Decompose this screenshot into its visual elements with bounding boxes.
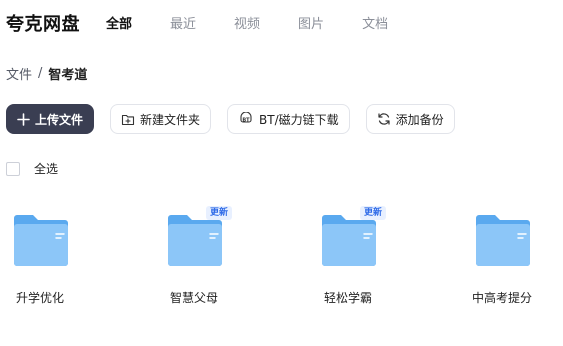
sync-icon: [377, 112, 391, 126]
tab-all[interactable]: 全部: [106, 13, 132, 32]
tab-recent[interactable]: 最近: [170, 13, 196, 32]
select-all-label[interactable]: 全选: [34, 160, 58, 177]
tab-documents[interactable]: 文档: [362, 13, 388, 32]
select-all-checkbox[interactable]: [6, 161, 20, 176]
app-logo[interactable]: 夸克网盘: [6, 10, 80, 36]
add-backup-button[interactable]: 添加备份: [365, 104, 455, 134]
bt-download-label: BT/磁力链下载: [259, 112, 339, 127]
update-badge: 更新: [206, 206, 233, 220]
bt-download-button[interactable]: BT BT/磁力链下载: [227, 104, 350, 134]
new-folder-label: 新建文件夹: [140, 112, 201, 127]
breadcrumb-separator: /: [38, 66, 43, 81]
upload-button[interactable]: 上传文件: [6, 104, 95, 134]
new-folder-button[interactable]: 新建文件夹: [110, 104, 212, 134]
folder-name: 中高考提分: [472, 291, 533, 305]
upload-label: 上传文件: [35, 112, 84, 127]
folder-name: 升学优化: [16, 291, 65, 305]
add-backup-label: 添加备份: [395, 112, 444, 127]
folder-icon: [168, 215, 222, 266]
folder-icon: [14, 215, 68, 266]
folder-name: 智慧父母: [170, 291, 219, 305]
update-badge: 更新: [360, 206, 387, 220]
breadcrumb-root[interactable]: 文件: [6, 64, 32, 83]
folder-icon: [476, 215, 530, 266]
bt-icon: BT: [238, 112, 254, 126]
tab-video[interactable]: 视频: [234, 13, 260, 32]
folder-name: 轻松学霸: [324, 291, 373, 305]
plus-icon: [17, 112, 30, 126]
folder-icon: [322, 215, 376, 266]
select-all: 全选: [6, 160, 58, 177]
toolbar: 上传文件 新建文件夹 BT BT/磁力链下载 添加备份: [6, 104, 471, 134]
new-folder-icon: [121, 113, 135, 126]
top-nav: 全部 最近 视频 图片 文档: [106, 13, 426, 32]
breadcrumb: 文件 / 智考道: [6, 64, 87, 83]
svg-text:BT: BT: [242, 118, 250, 124]
tab-images[interactable]: 图片: [298, 13, 324, 32]
breadcrumb-current: 智考道: [48, 68, 88, 83]
